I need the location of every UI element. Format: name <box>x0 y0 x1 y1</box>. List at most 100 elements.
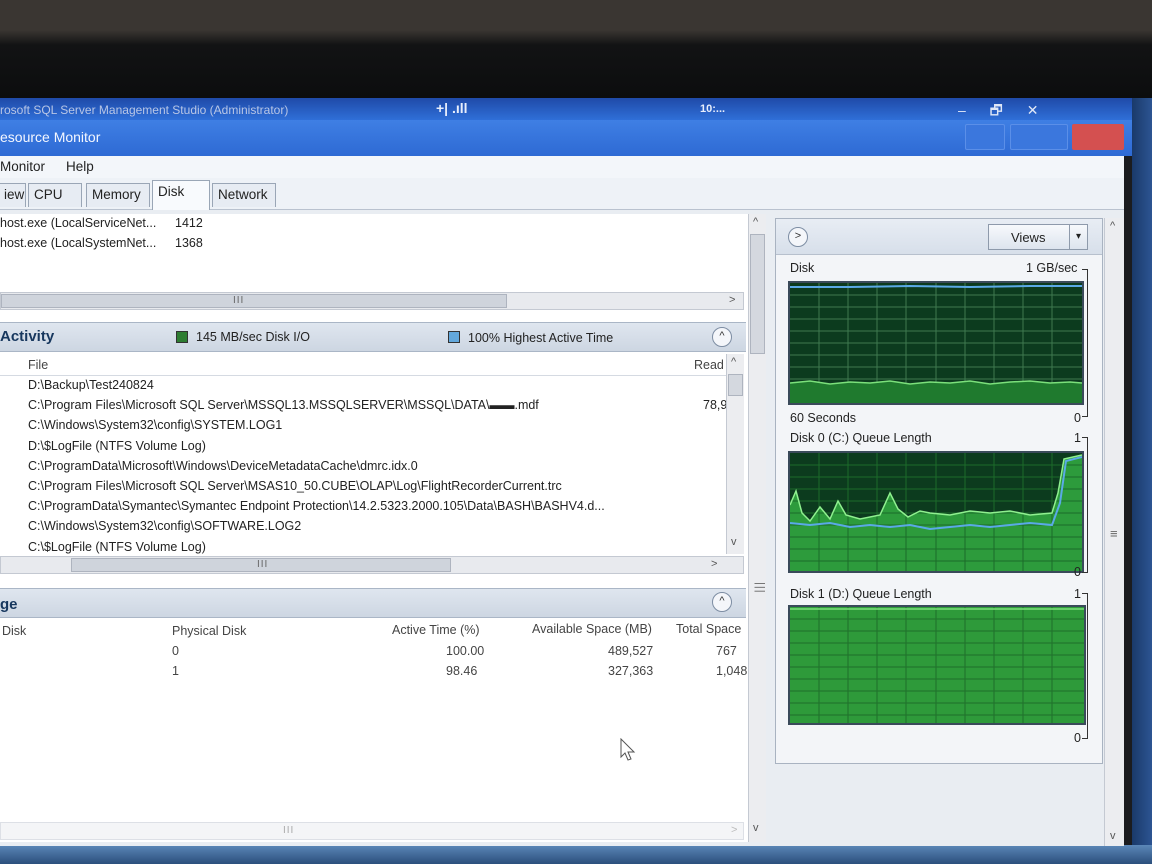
scroll-up-arrow[interactable]: ^ <box>1110 220 1115 232</box>
left-pane: host.exe (LocalServiceNet... 1412 host.e… <box>0 214 766 842</box>
disk1-graph-plot <box>790 607 1084 723</box>
col-available-space[interactable]: Available Space (MB) <box>532 622 652 636</box>
close-button[interactable] <box>1072 124 1124 150</box>
col-disk[interactable]: Disk <box>2 624 26 638</box>
disk0-graph-max: 1 <box>1074 431 1081 445</box>
scroll-thumb[interactable] <box>750 234 765 354</box>
storage-header[interactable]: ge ^ <box>0 588 746 618</box>
left-pane-vscroll[interactable]: ^ v <box>748 214 766 842</box>
process-pid: 1368 <box>175 236 203 250</box>
available-space-value: 327,363 <box>608 664 654 678</box>
collapse-button[interactable]: ^ <box>712 592 732 612</box>
col-active-time[interactable]: Active Time (%) <box>392 623 480 637</box>
disk1-graph <box>788 605 1086 725</box>
col-total-space[interactable]: Total Space <box>676 622 741 636</box>
file-table-header: File Read <box>0 354 744 376</box>
scroll-down-arrow[interactable]: v <box>1110 830 1116 842</box>
active-time-legend: 100% Highest Active Time <box>468 331 614 345</box>
file-path[interactable]: C:\$LogFile (NTFS Volume Log) <box>28 540 206 554</box>
scroll-up-arrow[interactable]: ^ <box>753 216 758 228</box>
splitter-grip[interactable]: ||| <box>754 582 766 594</box>
taskbar-strip <box>0 845 1152 864</box>
col-file[interactable]: File <box>28 358 48 372</box>
views-button[interactable]: Views ▾ <box>988 224 1088 250</box>
mouse-cursor-icon <box>620 738 636 761</box>
tab-disk[interactable]: Disk <box>152 180 210 210</box>
desktop-edge <box>1132 98 1152 848</box>
file-path[interactable]: D:\Backup\Test240824 <box>28 378 154 392</box>
scroll-grip: ≡ <box>1110 526 1119 541</box>
process-hscroll[interactable]: III > <box>0 292 744 310</box>
remote-session-time: 10:... <box>700 103 726 115</box>
physical-disk-value: 1 <box>172 664 179 678</box>
window-title: esource Monitor <box>0 129 101 145</box>
resource-monitor-title-bar: esource Monitor <box>0 120 1132 156</box>
process-image[interactable]: host.exe (LocalSystemNet... <box>0 236 156 250</box>
physical-disk-value: 0 <box>172 644 179 658</box>
scroll-grip: III <box>233 295 245 306</box>
disk0-graph-plot <box>789 453 1083 571</box>
collapse-button[interactable]: ^ <box>712 327 732 347</box>
tab-network[interactable]: Network <box>212 183 276 207</box>
signal-icon: +| .ıll <box>436 100 468 116</box>
available-space-value: 489,527 <box>608 644 654 658</box>
file-path[interactable]: C:\Windows\System32\config\SOFTWARE.LOG2 <box>28 519 301 533</box>
menu-help[interactable]: Help <box>66 159 94 174</box>
disk-activity-header[interactable]: Activity 145 MB/sec Disk I/O 100% Highes… <box>0 322 746 352</box>
disk-graph <box>788 281 1084 405</box>
active-time-value: 98.46 <box>446 664 478 678</box>
tab-overview[interactable]: iew <box>0 183 26 207</box>
storage-title: ge <box>0 596 18 613</box>
file-vscroll[interactable]: ^ v <box>726 354 744 554</box>
main-area: host.exe (LocalServiceNet... 1412 host.e… <box>0 210 1124 846</box>
file-path[interactable]: C:\Program Files\Microsoft SQL Server\MS… <box>28 398 539 412</box>
window-vscroll[interactable]: ^ ≡ v <box>1104 218 1124 846</box>
scroll-up-arrow[interactable]: ^ <box>731 356 736 368</box>
axis-tick <box>1082 593 1088 739</box>
minimize-button[interactable] <box>965 124 1005 150</box>
axis-tick <box>1082 437 1088 573</box>
total-space-value: 767 <box>716 644 737 658</box>
maximize-button[interactable] <box>1010 124 1068 150</box>
file-path[interactable]: C:\ProgramData\Symantec\Symantec Endpoin… <box>28 499 605 513</box>
graph-pane: > Views ▾ Disk 1 GB/sec 60 Seconds 0 Dis… <box>775 218 1103 764</box>
scroll-grip: III <box>257 559 269 570</box>
col-read[interactable]: Read <box>694 358 724 372</box>
tab-strip: iew CPU Memory Disk Network <box>0 178 1124 210</box>
disk0-graph <box>788 451 1084 573</box>
screen-bezel <box>0 0 1152 98</box>
process-image[interactable]: host.exe (LocalServiceNet... <box>0 216 156 230</box>
disk-graph-plot <box>789 283 1083 403</box>
scroll-right-arrow[interactable]: > <box>729 294 735 306</box>
ssms-title: rosoft SQL Server Management Studio (Adm… <box>0 103 289 117</box>
chevron-down-icon[interactable]: ▾ <box>1069 225 1087 249</box>
file-hscroll[interactable]: III > <box>0 556 744 574</box>
menu-bar: Monitor Help <box>0 156 1124 178</box>
scroll-right-arrow[interactable]: > <box>731 824 737 836</box>
disk0-graph-min: 0 <box>1074 565 1081 579</box>
storage-hscroll[interactable]: III > <box>0 822 744 840</box>
disk-graph-max: 1 GB/sec <box>1026 261 1078 275</box>
file-path[interactable]: D:\$LogFile (NTFS Volume Log) <box>28 439 206 453</box>
scroll-down-arrow[interactable]: v <box>753 822 759 834</box>
disk-activity-title: Activity <box>0 328 55 345</box>
file-path[interactable]: C:\Windows\System32\config\SYSTEM.LOG1 <box>28 418 282 432</box>
file-path[interactable]: C:\ProgramData\Microsoft\Windows\DeviceM… <box>28 459 418 473</box>
total-space-value: 1,048 <box>716 664 748 678</box>
disk1-graph-label: Disk 1 (D:) Queue Length <box>790 587 932 601</box>
ssms-title-bar: rosoft SQL Server Management Studio (Adm… <box>0 98 1132 120</box>
disk-graph-min: 0 <box>1074 411 1081 425</box>
scroll-right-arrow[interactable]: > <box>711 558 717 570</box>
disk1-graph-min: 0 <box>1074 731 1081 745</box>
active-time-legend-swatch <box>448 331 460 343</box>
scroll-thumb[interactable] <box>728 374 743 396</box>
tab-memory[interactable]: Memory <box>86 183 150 207</box>
graph-time-span: 60 Seconds <box>790 411 857 425</box>
expand-graph-pane-button[interactable]: > <box>788 227 808 247</box>
col-physical-disk[interactable]: Physical Disk <box>172 624 246 638</box>
menu-monitor[interactable]: Monitor <box>0 159 45 174</box>
tab-cpu[interactable]: CPU <box>28 183 82 207</box>
scroll-down-arrow[interactable]: v <box>731 536 737 548</box>
file-path[interactable]: C:\Program Files\Microsoft SQL Server\MS… <box>28 479 562 493</box>
io-legend: 145 MB/sec Disk I/O <box>196 330 310 344</box>
